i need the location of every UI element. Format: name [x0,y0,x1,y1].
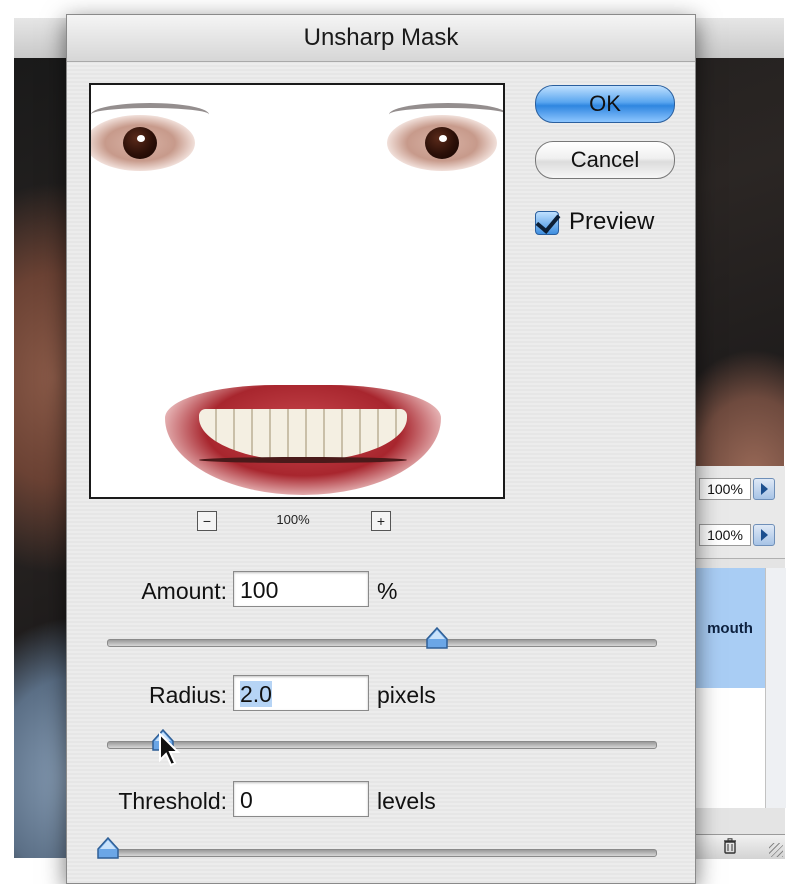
panel-bottom-bar [695,834,785,859]
panel-opacity-row: 100% [695,466,785,513]
dialog-title: Unsharp Mask [67,15,695,62]
fill-field[interactable]: 100% [699,524,751,546]
panel-scrollbar[interactable] [765,568,786,808]
panel-fill-row: 100% [695,512,785,559]
filter-preview-image[interactable] [89,83,505,499]
fill-arrow-icon[interactable] [753,524,775,546]
left-eye [91,115,195,171]
preview-label: Preview [569,208,655,235]
right-eye [387,115,497,171]
layer-list [695,688,765,808]
left-iris [123,127,157,159]
zoom-out-button[interactable]: − [197,511,217,531]
amount-label: Amount: [141,578,227,604]
threshold-slider-thumb[interactable] [95,836,121,862]
resize-grip-icon[interactable] [769,843,783,857]
amount-slider[interactable] [107,626,657,649]
right-iris [425,127,459,159]
ok-button[interactable]: OK [535,85,675,123]
threshold-input[interactable]: 0 [233,781,369,817]
radius-input[interactable]: 2.0 [233,675,369,711]
amount-unit: % [377,578,398,604]
radius-slider[interactable] [107,728,657,751]
threshold-slider[interactable] [97,836,657,859]
teeth [199,409,407,463]
layers-panel: 100% 100% mouth [694,466,786,859]
trash-icon[interactable] [723,838,737,854]
mouse-cursor-icon [159,732,181,767]
layer-name: mouth [707,619,753,637]
opacity-field[interactable]: 100% [699,478,751,500]
threshold-unit: levels [377,788,436,814]
opacity-arrow-icon[interactable] [753,478,775,500]
preview-zoom-controls: − 100% + [197,511,397,535]
mouth [165,385,441,495]
amount-slider-thumb[interactable] [424,626,450,652]
zoom-in-button[interactable]: + [371,511,391,531]
zoom-level: 100% [276,512,310,527]
amount-input[interactable]: 100 [233,571,369,607]
layer-item-selected[interactable]: mouth [695,568,765,688]
radius-value: 2.0 [240,681,272,707]
threshold-label: Threshold: [118,788,227,814]
checkbox-checked-icon[interactable] [535,208,561,235]
radius-unit: pixels [377,682,436,708]
cancel-button[interactable]: Cancel [535,141,675,179]
radius-label: Radius: [149,682,227,708]
